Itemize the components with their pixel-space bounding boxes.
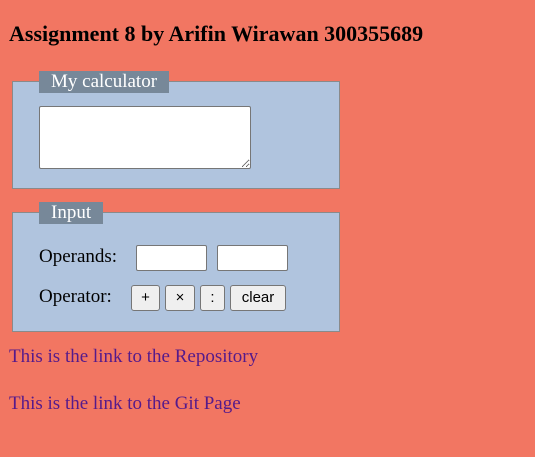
input-legend: Input <box>39 202 104 224</box>
calculator-legend: My calculator <box>39 71 170 93</box>
operands-label: Operands: <box>39 246 118 267</box>
operand-b-input[interactable] <box>217 245 288 271</box>
input-panel: Input Operands: Operator: + × : clear <box>12 202 340 332</box>
git-page-link[interactable]: This is the link to the Git Page <box>9 393 241 415</box>
multiply-button[interactable]: × <box>165 285 195 311</box>
plus-button[interactable]: + <box>131 285 160 311</box>
operand-a-input[interactable] <box>136 245 207 271</box>
operator-label: Operator: <box>39 286 112 307</box>
page-title: Assignment 8 by Arifin Wirawan 300355689 <box>9 21 424 46</box>
divide-button[interactable]: : <box>200 285 225 311</box>
clear-button[interactable]: clear <box>230 285 286 311</box>
result-textarea[interactable] <box>39 106 251 169</box>
calculator-panel: My calculator <box>12 71 340 189</box>
repository-link[interactable]: This is the link to the Repository <box>9 346 258 368</box>
